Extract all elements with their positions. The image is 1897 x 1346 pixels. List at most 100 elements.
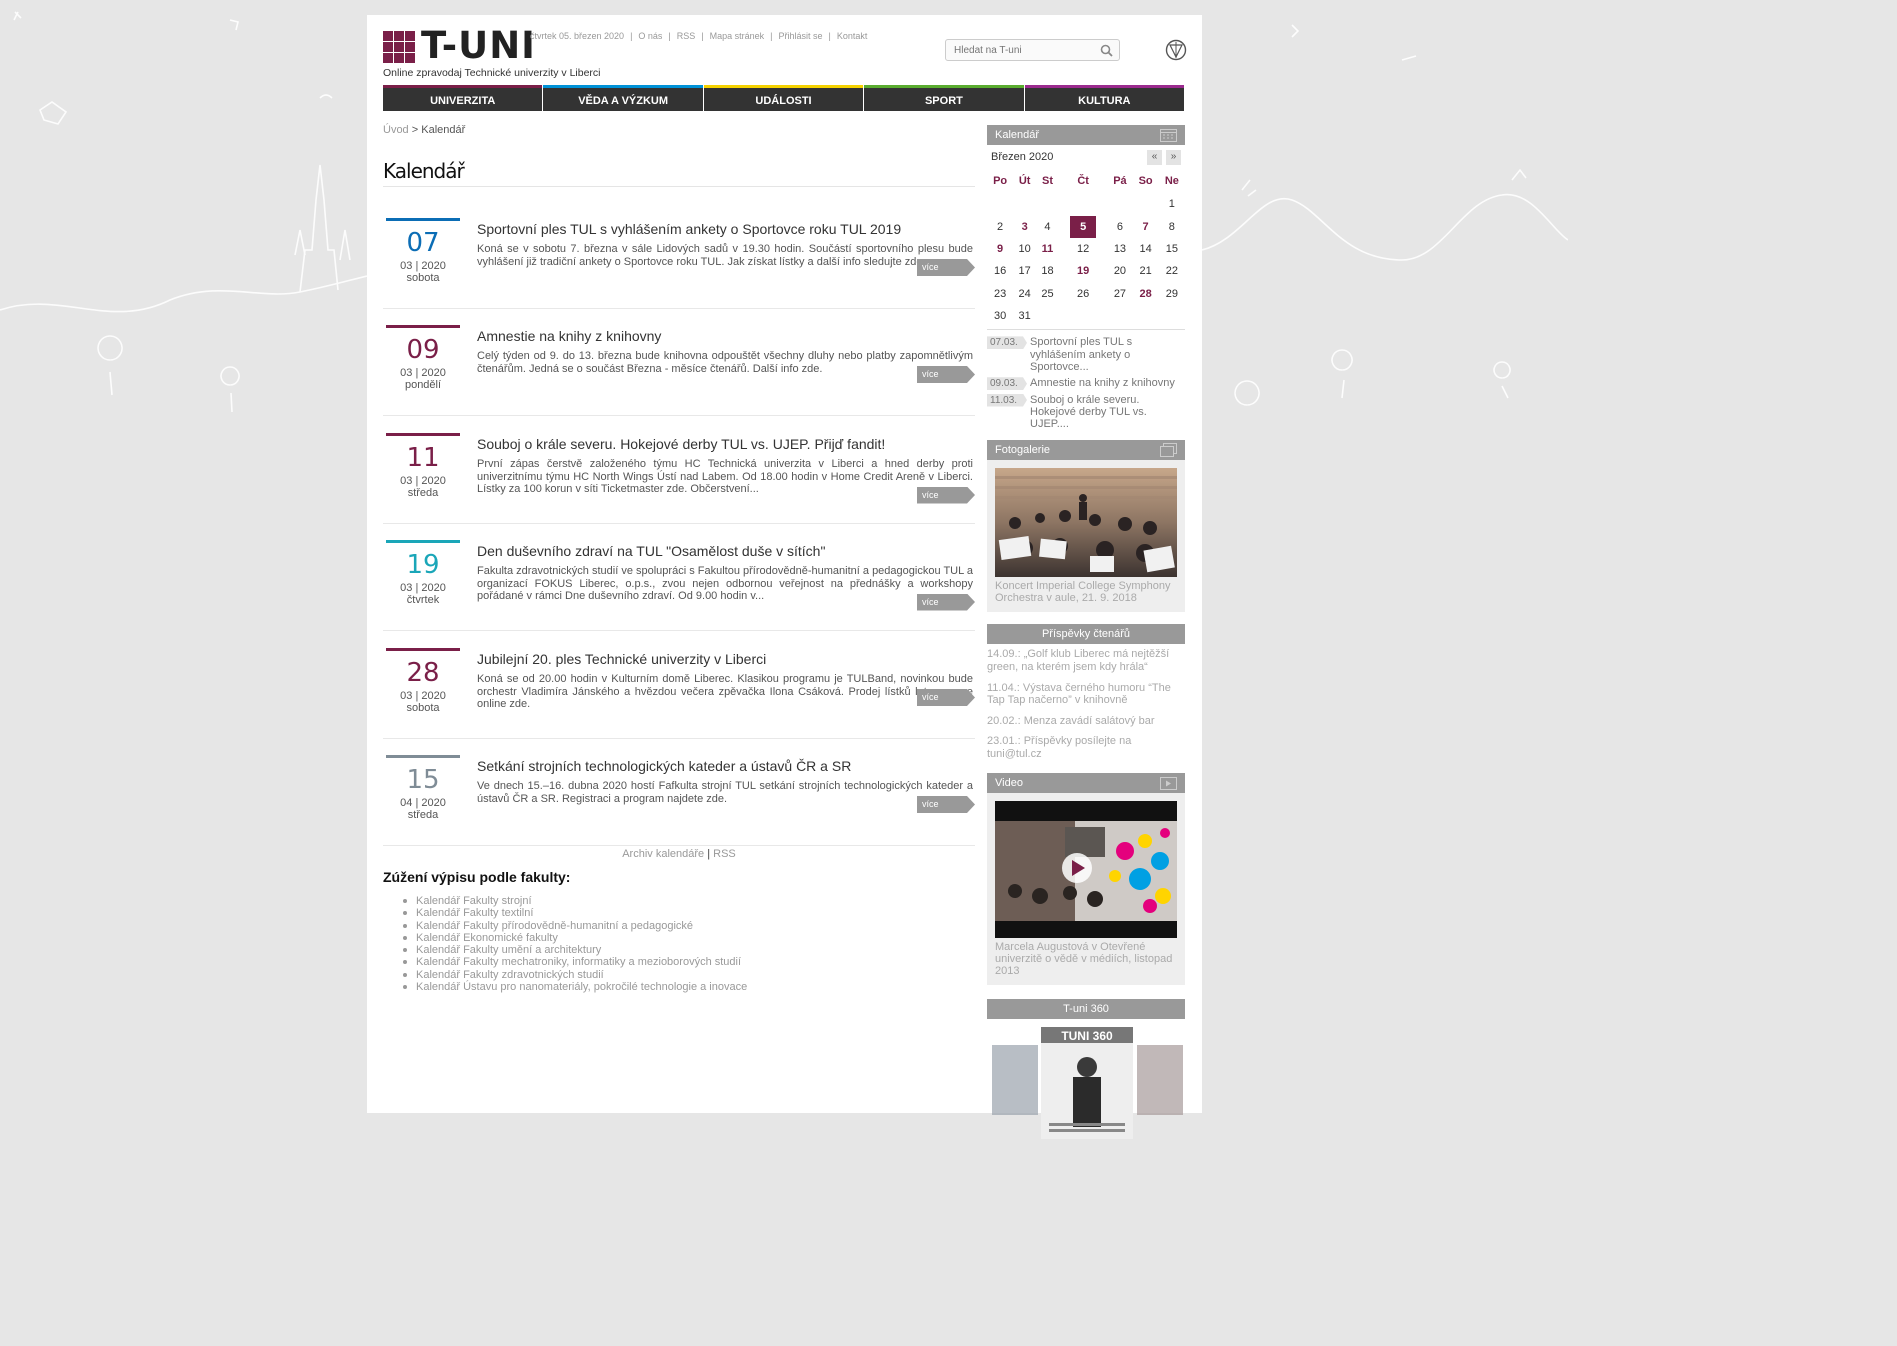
- calendar-day[interactable]: 28: [1133, 283, 1159, 305]
- event-item: 11 03 | 2020 středa Souboj o krále sever…: [383, 417, 975, 524]
- link-login[interactable]: Přihlásit se: [779, 31, 823, 41]
- faculty-filter-item[interactable]: Kalendář Fakulty textilní: [402, 907, 747, 919]
- faculty-filter-item[interactable]: Kalendář Ekonomické fakulty: [402, 932, 747, 944]
- event-title[interactable]: Setkání strojních technologických katede…: [477, 758, 851, 774]
- calendar-grid: Po Út St Čt Pá So Ne 1 2 3 4 5 6 7 8 9 10 11 12 13 14 15 16 17…: [987, 169, 1185, 327]
- more-button[interactable]: více: [917, 259, 975, 276]
- faculty-filter-item[interactable]: Kalendář Fakulty umění a architektury: [402, 944, 747, 956]
- archive-link[interactable]: Archiv kalendáře: [622, 848, 704, 860]
- more-button[interactable]: více: [917, 486, 975, 504]
- background-doodle-left: [0, 11, 367, 413]
- event-title[interactable]: Jubilejní 20. ples Technické univerzity …: [477, 651, 766, 667]
- link-rss[interactable]: RSS: [677, 31, 696, 41]
- video-thumbnail[interactable]: [995, 800, 1177, 938]
- breadcrumb: Úvod > Kalendář: [383, 124, 465, 136]
- faculty-filter-item[interactable]: Kalendář Fakulty přírodovědně-humanitní …: [402, 920, 747, 932]
- upcoming-event-text: Sportovní ples TUL s vyhlášením ankety o…: [1030, 336, 1133, 373]
- gallery-photo[interactable]: [995, 468, 1177, 578]
- calendar-day[interactable]: 5: [1059, 215, 1107, 238]
- tul-emblem-icon[interactable]: [1165, 39, 1187, 61]
- upcoming-event-date: 09.03.: [987, 377, 1027, 391]
- archive-separator: |: [707, 848, 711, 860]
- faculty-filter-item[interactable]: Kalendář Fakulty mechatroniky, informati…: [402, 956, 747, 968]
- event-text: Celý týden od 9. do 13. března bude knih…: [477, 350, 973, 375]
- nav-univerzita[interactable]: UNIVERZITA: [383, 85, 543, 111]
- breadcrumb-home[interactable]: Úvod: [383, 124, 409, 136]
- event-title[interactable]: Souboj o krále severu. Hokejové derby TU…: [477, 436, 885, 452]
- upcoming-event-date: 11.03.: [987, 393, 1027, 407]
- event-title[interactable]: Amnestie na knihy z knihovny: [477, 328, 661, 344]
- t360-carousel: TUNI 360: [987, 1019, 1185, 1139]
- upcoming-event-item[interactable]: 07.03. Sportovní ples TUL s vyhlášením a…: [987, 336, 1185, 373]
- calendar-day: 1: [1168, 198, 1175, 211]
- faculty-filter-item[interactable]: Kalendář Fakulty strojní: [402, 895, 747, 907]
- link-sitemap[interactable]: Mapa stránek: [710, 31, 765, 41]
- reader-post[interactable]: 23.01.: Příspěvky posílejte na tuni@tul.…: [987, 735, 1185, 760]
- link-contact[interactable]: Kontakt: [837, 31, 868, 41]
- calendar-weekday: St: [1041, 175, 1053, 187]
- gallery-caption[interactable]: Koncert Imperial College Symphony Orches…: [995, 580, 1177, 604]
- nav-veda-a-vyzkum[interactable]: VĚDA A VÝZKUM: [543, 85, 703, 111]
- reader-post[interactable]: 20.02.: Menza zavádí salátový bar: [987, 715, 1185, 727]
- more-button[interactable]: více: [917, 593, 975, 611]
- top-links: čtvrtek 05. březen 2020 | O nás | RSS | Mapa s…: [530, 31, 868, 41]
- faculty-filter-item[interactable]: Kalendář Ústavu pro nanomateriály, pokro…: [402, 981, 747, 993]
- calendar-day[interactable]: 9: [987, 238, 1013, 260]
- calendar-day: 30: [993, 310, 1007, 323]
- nav-kultura[interactable]: KULTURA: [1024, 85, 1185, 111]
- calendar-prev-button[interactable]: «: [1147, 150, 1162, 165]
- readers-widget-title: Příspěvky čtenářů: [1041, 628, 1131, 641]
- event-item: 09 03 | 2020 pondělí Amnestie na knihy z…: [383, 309, 975, 416]
- event-day: 15: [406, 765, 440, 795]
- reader-post[interactable]: 14.09.: „Golf klub Liberec má nejtěžší g…: [987, 648, 1185, 673]
- calendar-day: [1059, 305, 1107, 327]
- upcoming-event-item[interactable]: 11.03. Souboj o krále severu. Hokejové d…: [987, 393, 1185, 431]
- upcoming-event-text: Amnestie na knihy z knihovny: [1030, 377, 1175, 390]
- event-title[interactable]: Den duševního zdraví na TUL "Osamělost d…: [477, 543, 825, 559]
- calendar-day: 8: [1168, 220, 1175, 233]
- calendar-day[interactable]: 19: [1059, 260, 1107, 282]
- more-button[interactable]: více: [917, 796, 975, 813]
- calendar-day: 2: [997, 220, 1004, 233]
- archive-links: Archiv kalendáře | RSS: [383, 848, 975, 860]
- logo-grid-icon: [383, 31, 415, 63]
- magazine-covers[interactable]: TUNI 360: [987, 1026, 1185, 1139]
- t360-cover-title: TUNI 360: [1061, 1029, 1113, 1043]
- more-button[interactable]: více: [917, 366, 975, 383]
- event-title[interactable]: Sportovní ples TUL s vyhlášením ankety o…: [477, 221, 901, 237]
- search-input[interactable]: [946, 40, 1091, 60]
- event-weekday: čtvrtek: [406, 594, 440, 606]
- calendar-day[interactable]: 7: [1133, 215, 1159, 237]
- nav-sport[interactable]: SPORT: [864, 85, 1024, 111]
- t360-widget-header: T-uni 360: [987, 998, 1185, 1019]
- upcoming-events: 07.03. Sportovní ples TUL s vyhlášením a…: [987, 330, 1185, 440]
- link-about[interactable]: O nás: [638, 31, 662, 41]
- event-date-block: 11 03 | 2020 středa: [386, 433, 460, 499]
- calendar-day: 31: [1018, 310, 1031, 323]
- video-caption[interactable]: Marcela Augustová v Otevřené univerzitě …: [995, 941, 1177, 977]
- breadcrumb-separator: >: [411, 124, 419, 136]
- video-box: Marcela Augustová v Otevřené univerzitě …: [987, 792, 1185, 985]
- t360-widget-title: T-uni 360: [1063, 1002, 1109, 1015]
- event-item: 28 03 | 2020 sobota Jubilejní 20. ples T…: [383, 632, 975, 739]
- calendar-next-button[interactable]: »: [1166, 150, 1181, 165]
- faculty-filter-item[interactable]: Kalendář Fakulty zdravotnických studií: [402, 969, 747, 981]
- logo-subtitle: Online zpravodaj Technické univerzity v …: [383, 67, 601, 79]
- calendar-today[interactable]: 5: [1070, 215, 1097, 238]
- calendar-icon: [1160, 129, 1177, 142]
- calendar-day: [1159, 305, 1185, 327]
- calendar-day: 21: [1139, 265, 1152, 278]
- nav-udalosti[interactable]: UDÁLOSTI: [703, 85, 864, 111]
- calendar-day[interactable]: 3: [1013, 215, 1036, 237]
- divider: [383, 186, 975, 187]
- calendar-day: 6: [1116, 220, 1123, 233]
- calendar-day[interactable]: 11: [1036, 238, 1059, 260]
- upcoming-event-item[interactable]: 09.03. Amnestie na knihy z knihovny: [987, 377, 1185, 391]
- calendar-weekday: Čt: [1077, 175, 1089, 187]
- event-weekday: sobota: [406, 702, 440, 714]
- search-icon[interactable]: [1100, 44, 1113, 57]
- more-button[interactable]: více: [917, 689, 975, 706]
- archive-rss-link[interactable]: RSS: [713, 848, 736, 860]
- reader-post[interactable]: 11.04.: Výstava černého humoru “The Tap …: [987, 682, 1185, 707]
- calendar-widget-header: Kalendář: [987, 125, 1185, 145]
